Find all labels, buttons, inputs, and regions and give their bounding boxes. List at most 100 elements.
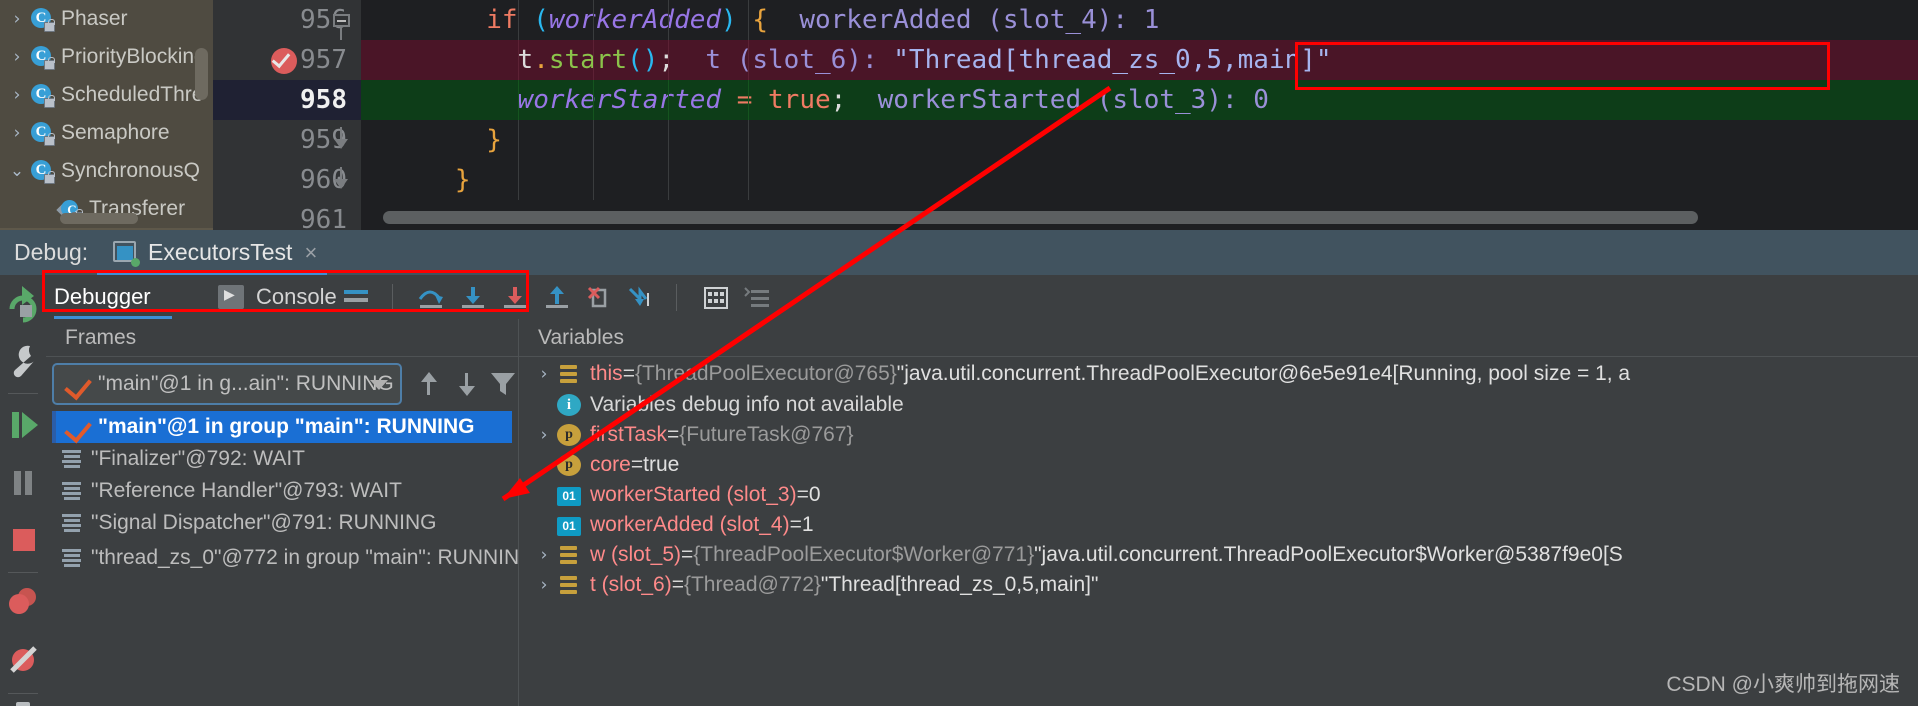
chevron-down-icon[interactable] — [370, 380, 388, 390]
variable-row[interactable]: › w (slot_5) = {ThreadPoolExecutor$Worke… — [519, 540, 1918, 570]
variable-info-row: i Variables debug info not available — [519, 390, 1918, 420]
variable-name: w (slot_5) — [590, 543, 682, 566]
variables-panel: Variables › this = {ThreadPoolExecutor@7… — [519, 319, 1918, 706]
thread-row[interactable]: "Finalizer"@792: WAIT — [52, 443, 512, 475]
chevron-right-icon[interactable]: › — [531, 425, 557, 445]
inline-debug-value: t (slot_6): — [674, 45, 894, 75]
thread-label: "Signal Dispatcher"@791: RUNNING — [91, 511, 437, 534]
tree-item[interactable]: › C Semaphore — [0, 114, 213, 152]
fold-marker-icon[interactable] — [331, 167, 351, 193]
thread-row-highlighted[interactable]: "thread_zs_0"@772 in group "main": RUNNI… — [52, 539, 536, 577]
class-icon: C — [30, 45, 55, 70]
divider — [8, 393, 38, 394]
chevron-down-icon[interactable]: ⌄ — [4, 162, 30, 180]
arrow-down-icon[interactable] — [450, 367, 484, 401]
line-number: 957 — [300, 45, 347, 75]
tree-item[interactable]: ⌄ C SynchronousQ — [0, 152, 213, 190]
close-icon[interactable]: × — [304, 240, 317, 266]
variable-row[interactable]: p core = true — [519, 450, 1918, 480]
chevron-right-icon[interactable]: › — [4, 124, 30, 142]
pause-program-icon[interactable] — [0, 454, 46, 512]
tab-debugger[interactable]: Debugger — [54, 275, 151, 319]
layout-icon[interactable] — [342, 285, 372, 311]
variable-reference: {ThreadPoolExecutor@765} — [634, 362, 897, 385]
step-into-icon[interactable] — [458, 285, 488, 311]
variable-row[interactable]: 01 workerStarted (slot_3) = 0 — [519, 480, 1918, 510]
thread-row[interactable]: "Signal Dispatcher"@791: RUNNING — [52, 507, 512, 539]
thread-row[interactable]: "Reference Handler"@793: WAIT — [52, 475, 512, 507]
breakpoint-icon[interactable] — [271, 48, 297, 74]
thread-label: "thread_zs_0"@772 in group "main": RUNNI… — [91, 546, 536, 569]
chevron-right-icon[interactable]: › — [531, 364, 557, 384]
editor-line-code: } — [486, 125, 502, 155]
tree-item-label: SynchronousQ — [61, 159, 200, 182]
equals-sign: = — [667, 423, 680, 446]
tree-item[interactable]: › C PriorityBlocking — [0, 38, 213, 76]
editor-line[interactable]: 959 } — [213, 120, 1918, 160]
variable-reference: {Thread@772} — [683, 573, 821, 596]
variable-row[interactable]: › p firstTask = {FutureTask@767} — [519, 420, 1918, 450]
step-over-icon[interactable] — [416, 285, 446, 311]
mute-breakpoints-icon[interactable] — [0, 633, 46, 691]
fold-marker-icon[interactable] — [331, 127, 351, 153]
editor-horizontal-scrollbar[interactable] — [383, 211, 1698, 224]
view-breakpoints-icon[interactable] — [0, 575, 46, 633]
variable-name: workerAdded (slot_4) — [590, 513, 790, 536]
divider — [8, 693, 38, 694]
editor-gutter[interactable]: 960 — [213, 160, 361, 200]
editor-gutter[interactable]: 958 — [213, 80, 361, 120]
debug-session-tab[interactable]: ExecutorsTest × — [113, 230, 317, 275]
variable-row[interactable]: › this = {ThreadPoolExecutor@765} "java.… — [519, 358, 1918, 390]
thread-selector-combo[interactable]: "main"@1 in g...ain": RUNNING — [52, 363, 402, 405]
stop-icon[interactable] — [0, 512, 46, 570]
class-icon: C — [30, 83, 55, 108]
variable-row[interactable]: 01 workerAdded (slot_4) = 1 — [519, 510, 1918, 540]
fold-marker-icon[interactable] — [331, 14, 351, 40]
tree-horizontal-scrollbar[interactable] — [60, 213, 138, 224]
project-tree[interactable]: › C Phaser › C PriorityBlocking › C Sche… — [0, 0, 213, 230]
editor-gutter[interactable]: 957 — [213, 40, 361, 80]
thread-label: "Reference Handler"@793: WAIT — [91, 479, 402, 502]
threads-list[interactable]: "main"@1 in group "main": RUNNING "Final… — [52, 411, 536, 577]
editor-line[interactable]: 956 if (workerAdded) { workerAdded (slot… — [213, 0, 1918, 40]
equals-sign: = — [796, 483, 809, 506]
debugger-toolbar: Debugger Console — [46, 275, 1918, 319]
variables-list[interactable]: › this = {ThreadPoolExecutor@765} "java.… — [519, 358, 1918, 600]
settings-wrench-icon[interactable] — [0, 333, 46, 391]
editor-gutter[interactable]: 956 — [213, 0, 361, 40]
pin-icon[interactable] — [0, 696, 46, 706]
tab-console[interactable]: Console — [256, 275, 337, 319]
chevron-right-icon[interactable]: › — [531, 545, 557, 565]
editor-gutter[interactable]: 959 — [213, 120, 361, 160]
thread-label: "Finalizer"@792: WAIT — [91, 447, 305, 470]
variable-reference: {FutureTask@767} — [679, 423, 854, 446]
chevron-right-icon[interactable]: › — [4, 10, 30, 28]
settings-list-icon[interactable] — [743, 285, 773, 311]
tree-item[interactable]: › C Phaser — [0, 0, 213, 38]
console-icon[interactable] — [218, 285, 244, 309]
arrow-up-icon[interactable] — [412, 367, 446, 401]
variable-value: "Thread[thread_zs_0,5,main]" — [820, 573, 1099, 596]
code-editor[interactable]: 956 if (workerAdded) { workerAdded (slot… — [213, 0, 1918, 230]
filter-icon[interactable] — [486, 367, 520, 401]
rerun-icon[interactable] — [0, 275, 46, 333]
chevron-right-icon[interactable]: › — [4, 86, 30, 104]
editor-gutter[interactable]: 961 — [213, 200, 361, 230]
run-to-cursor-icon[interactable] — [626, 285, 656, 311]
evaluate-expression-icon[interactable] — [701, 285, 731, 311]
tree-item[interactable]: › C ScheduledThre — [0, 76, 213, 114]
variable-row[interactable]: › t (slot_6) = {Thread@772} "Thread[thre… — [519, 570, 1918, 600]
primitive-icon: 01 — [557, 486, 581, 506]
frames-panel: Frames "main"@1 in g...ain": RUNNING "ma… — [46, 319, 536, 706]
tree-vertical-scrollbar[interactable] — [195, 48, 208, 100]
chevron-right-icon[interactable]: › — [4, 48, 30, 66]
drop-frame-icon[interactable] — [584, 285, 614, 311]
step-out-icon[interactable] — [542, 285, 572, 311]
force-step-into-icon[interactable] — [500, 285, 530, 311]
selection-indicator — [52, 411, 56, 443]
divider — [8, 572, 38, 573]
resume-program-icon[interactable] — [0, 396, 46, 454]
thread-row[interactable]: "main"@1 in group "main": RUNNING — [52, 411, 512, 443]
chevron-right-icon[interactable]: › — [531, 575, 557, 595]
editor-line[interactable]: 960 } — [213, 160, 1918, 200]
